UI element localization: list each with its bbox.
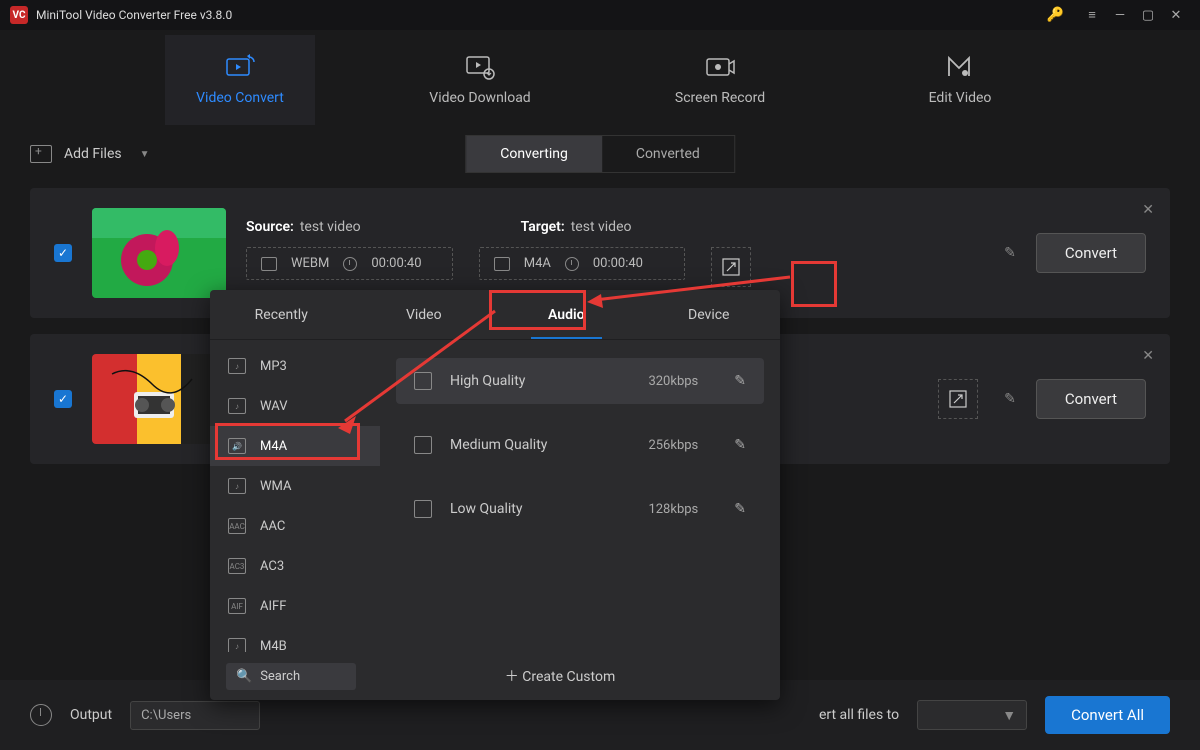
audio-file-icon — [414, 372, 432, 390]
folder-plus-icon — [30, 145, 52, 163]
maximize-button[interactable]: ▢ — [1134, 8, 1162, 23]
quality-edit-icon[interactable]: ✎ — [734, 501, 746, 517]
chevron-down-icon: ▼ — [140, 149, 150, 160]
target-name: test video — [571, 219, 632, 235]
audio-file-icon — [414, 500, 432, 518]
audio-file-icon — [414, 436, 432, 454]
target-label: Target: — [521, 219, 565, 235]
quality-edit-icon[interactable]: ✎ — [734, 437, 746, 453]
format-search-input[interactable]: 🔍 Search — [226, 663, 356, 690]
format-icon — [494, 257, 510, 271]
source-label: Source: — [246, 219, 294, 235]
format-m4a[interactable]: 🔊M4A — [210, 426, 380, 466]
popup-tab-video[interactable]: Video — [353, 290, 496, 339]
tab-converting[interactable]: Converting — [466, 136, 602, 172]
toolbar: Add Files ▼ Converting Converted — [0, 130, 1200, 178]
video-thumbnail[interactable] — [92, 354, 226, 444]
tab-converted[interactable]: Converted — [602, 136, 734, 172]
format-m4b[interactable]: ♪M4B — [210, 626, 380, 652]
target-format-pill: M4A 00:00:40 — [479, 247, 686, 280]
format-aac[interactable]: AACAAC — [210, 506, 380, 546]
format-list[interactable]: ♪MP3 ♪WAV 🔊M4A ♪WMA AACAAC AC3AC3 AIFAIF… — [210, 340, 380, 652]
audio-format-icon: AIF — [228, 598, 246, 614]
video-download-icon — [465, 54, 495, 80]
title-bar: VC MiniTool Video Converter Free v3.8.0 … — [0, 0, 1200, 30]
add-files-button[interactable]: Add Files ▼ — [30, 145, 150, 163]
tab-edit-video[interactable]: Edit Video — [885, 35, 1035, 125]
convert-button[interactable]: Convert — [1036, 233, 1146, 273]
app-title: MiniTool Video Converter Free v3.8.0 — [36, 8, 232, 22]
close-window-button[interactable]: ✕ — [1162, 8, 1190, 23]
quality-list: High Quality 320kbps ✎ Medium Quality 25… — [380, 340, 780, 652]
create-custom-button[interactable]: ＋ Create Custom — [356, 666, 764, 686]
format-chooser-popup: Recently Video Audio Device ♪MP3 ♪WAV 🔊M… — [210, 290, 780, 700]
output-label: Output — [70, 707, 112, 723]
quality-low[interactable]: Low Quality 128kbps ✎ — [396, 486, 764, 532]
audio-format-icon: AC3 — [228, 558, 246, 574]
format-icon — [261, 257, 277, 271]
row-close-button[interactable]: ✕ — [1142, 202, 1154, 218]
settings-expand-icon — [949, 390, 967, 408]
tab-video-download[interactable]: Video Download — [405, 35, 555, 125]
settings-expand-icon — [722, 258, 740, 276]
popup-tabs: Recently Video Audio Device — [210, 290, 780, 340]
tab-video-convert[interactable]: Video Convert — [165, 35, 315, 125]
format-mp3[interactable]: ♪MP3 — [210, 346, 380, 386]
target-format-select[interactable]: ▼ — [917, 700, 1027, 730]
quality-high[interactable]: High Quality 320kbps ✎ — [396, 358, 764, 404]
main-tabs: Video Convert Video Download Screen Reco… — [0, 30, 1200, 130]
all-files-label: ert all files to — [819, 707, 899, 723]
menu-icon[interactable]: ≡ — [1078, 7, 1106, 23]
quality-medium[interactable]: Medium Quality 256kbps ✎ — [396, 422, 764, 468]
format-wav[interactable]: ♪WAV — [210, 386, 380, 426]
format-aiff[interactable]: AIFAIFF — [210, 586, 380, 626]
edit-video-icon — [945, 54, 975, 80]
source-format-pill: WEBM 00:00:40 — [246, 247, 453, 280]
popup-tab-recently[interactable]: Recently — [210, 290, 353, 339]
popup-footer: 🔍 Search ＋ Create Custom — [210, 652, 780, 700]
key-icon[interactable]: 🔑 — [1047, 7, 1064, 23]
row-checkbox[interactable]: ✓ — [54, 244, 72, 262]
search-icon: 🔍 — [236, 669, 252, 684]
minimize-button[interactable]: — — [1106, 8, 1134, 23]
quality-edit-icon[interactable]: ✎ — [734, 373, 746, 389]
screen-record-icon — [705, 54, 735, 80]
popup-tab-device[interactable]: Device — [638, 290, 781, 339]
convert-all-button[interactable]: Convert All — [1045, 696, 1170, 734]
audio-format-icon: ♪ — [228, 478, 246, 494]
output-path-input[interactable]: C:\Users — [130, 701, 260, 730]
video-convert-icon — [225, 54, 255, 80]
clock-icon — [343, 257, 357, 271]
edit-icon[interactable]: ✎ — [1004, 391, 1016, 407]
target-settings-button[interactable] — [711, 247, 751, 287]
row-close-button[interactable]: ✕ — [1142, 348, 1154, 364]
audio-format-icon: 🔊 — [228, 438, 246, 454]
audio-format-icon: ♪ — [228, 398, 246, 414]
convert-button[interactable]: Convert — [1036, 379, 1146, 419]
tab-screen-record[interactable]: Screen Record — [645, 35, 795, 125]
app-logo-icon: VC — [10, 6, 28, 24]
edit-icon[interactable]: ✎ — [1004, 245, 1016, 261]
format-ac3[interactable]: AC3AC3 — [210, 546, 380, 586]
row-checkbox[interactable]: ✓ — [54, 390, 72, 408]
audio-format-icon: ♪ — [228, 358, 246, 374]
timer-icon[interactable] — [30, 704, 52, 726]
video-thumbnail[interactable] — [92, 208, 226, 298]
audio-format-icon: ♪ — [228, 638, 246, 652]
popup-tab-audio[interactable]: Audio — [495, 290, 638, 339]
target-settings-button[interactable] — [938, 379, 978, 419]
status-tabs: Converting Converted — [465, 135, 735, 173]
format-wma[interactable]: ♪WMA — [210, 466, 380, 506]
clock-icon — [565, 257, 579, 271]
source-name: test video — [300, 219, 361, 235]
audio-format-icon: AAC — [228, 518, 246, 534]
